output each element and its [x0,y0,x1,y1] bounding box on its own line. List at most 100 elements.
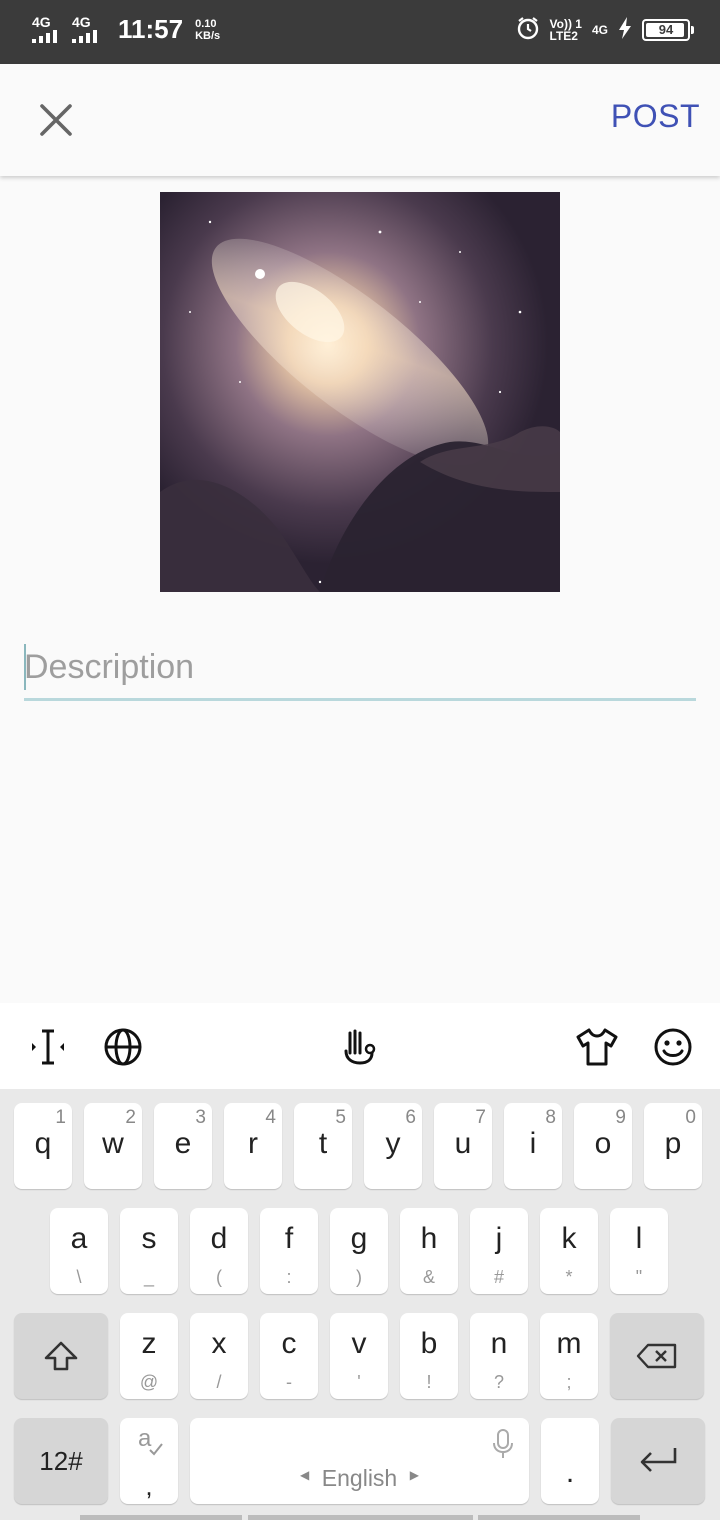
description-input[interactable] [24,640,696,694]
key-hint: * [565,1267,573,1287]
svg-text:a: a [138,1426,152,1452]
key-hint: ( [216,1267,222,1287]
description-field[interactable] [24,640,696,701]
key-hint: 7 [475,1107,486,1128]
touchpal-icon[interactable] [338,1025,382,1069]
key-hint: ; [566,1372,572,1392]
key-hint: 9 [615,1107,626,1128]
key-a[interactable]: a \ [50,1208,108,1294]
key-letter: m [556,1327,582,1360]
key-hint: / [216,1372,222,1392]
backspace-key[interactable] [610,1313,704,1399]
network-type: 4G [591,22,608,37]
nav-indicator [80,1515,242,1520]
key-hint: ? [493,1372,504,1392]
period-key[interactable]: . [541,1418,599,1504]
key-letter: v [351,1327,367,1360]
key-f[interactable]: f: [260,1208,318,1294]
key-hint: & [422,1267,435,1287]
comma-key[interactable]: a , [120,1418,178,1504]
key-hint: @ [139,1372,159,1392]
selected-image[interactable] [160,192,560,592]
key-b[interactable]: b! [400,1313,458,1399]
key-j[interactable]: j # [470,1208,528,1294]
key-letter: i [529,1127,537,1160]
key-hint: - [286,1372,292,1392]
nav-indicator [478,1515,640,1520]
key-letter: y [385,1127,401,1160]
key-l[interactable]: l " [610,1208,668,1294]
key-x[interactable]: x / [190,1313,248,1399]
battery-level: 94 [658,22,674,37]
key-hint: ) [356,1267,362,1287]
key-letter: n [490,1327,508,1360]
key-letter: p [664,1127,682,1160]
backspace-icon [636,1343,677,1369]
shift-key[interactable] [14,1313,108,1399]
volte-indicator: Vo)) 1 LTE2 [549,16,582,43]
space-key[interactable]: ◀ English ▶ [190,1418,529,1504]
key-t[interactable]: t5 [294,1103,352,1189]
enter-key[interactable] [611,1418,705,1504]
key-m[interactable]: m; [540,1313,598,1399]
key-hint: 4 [265,1107,276,1128]
post-button[interactable]: POST [611,98,700,135]
key-o[interactable]: o9 [574,1103,632,1189]
spellcheck-icon: a [138,1426,163,1456]
key-letter: w [102,1127,124,1160]
signal-icon: 4G [72,15,104,45]
emoji-icon[interactable] [651,1025,695,1069]
key-hint: 3 [195,1107,206,1128]
nebula-image [160,192,560,592]
app-toolbar: POST [0,64,720,176]
key-letter: j [495,1222,503,1255]
key-letter: o [594,1127,612,1160]
key-n[interactable]: n? [470,1313,528,1399]
key-e[interactable]: e3 [154,1103,212,1189]
key-hint: 0 [685,1107,696,1128]
key-letter: s [141,1222,157,1255]
globe-icon[interactable] [101,1025,145,1069]
text-cursor-icon[interactable] [26,1025,70,1069]
shift-arrow-icon [44,1341,78,1371]
key-v[interactable]: v ' [330,1313,388,1399]
numbers-symbols-key[interactable]: 12# [14,1418,108,1504]
key-letter: q [34,1127,52,1160]
clock: 11:57 [118,14,184,44]
network-speed: 0.10 KB/s [195,17,221,42]
key-hint: 6 [405,1107,416,1128]
key-k[interactable]: k * [540,1208,598,1294]
key-u[interactable]: u7 [434,1103,492,1189]
key-i[interactable]: i8 [504,1103,562,1189]
battery-icon: 94 [642,18,694,41]
key-w[interactable]: w2 [84,1103,142,1189]
key-g[interactable]: g) [330,1208,388,1294]
charging-icon [618,17,632,42]
key-letter: h [420,1222,438,1255]
key-c[interactable]: c- [260,1313,318,1399]
key-hint: 5 [335,1107,346,1128]
key-s[interactable]: s _ [120,1208,178,1294]
key-hint: 2 [125,1107,136,1128]
key-letter: c [281,1327,297,1360]
key-letter: f [284,1222,294,1255]
close-button[interactable] [28,92,84,148]
key-hint: ! [426,1372,432,1392]
signal-icon: 4G [32,15,64,45]
key-letter: g [350,1222,368,1255]
key-hint: # [493,1267,504,1287]
key-z[interactable]: z @ [120,1313,178,1399]
key-hint: : [286,1267,292,1287]
key-p[interactable]: p0 [644,1103,702,1189]
theme-shirt-icon[interactable] [575,1025,619,1069]
key-q[interactable]: q1 [14,1103,72,1189]
key-letter: a [70,1222,88,1255]
keyboard-toolbar [0,1003,720,1089]
key-r[interactable]: r4 [224,1103,282,1189]
key-h[interactable]: h & [400,1208,458,1294]
key-hint: 1 [55,1107,66,1128]
key-y[interactable]: y6 [364,1103,422,1189]
key-hint: 8 [545,1107,556,1128]
key-d[interactable]: d( [190,1208,248,1294]
key-letter: r [248,1127,258,1160]
